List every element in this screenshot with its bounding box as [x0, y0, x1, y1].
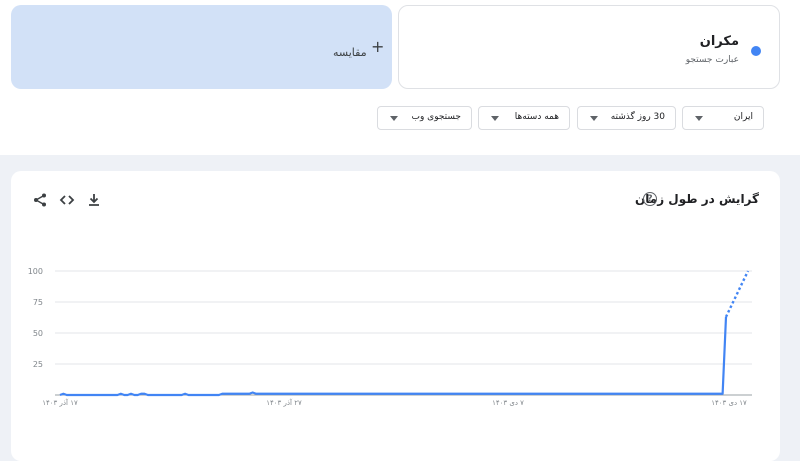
chevron-down-icon	[695, 116, 703, 121]
series-color-dot	[751, 46, 761, 56]
search-term-name[interactable]: مکران	[700, 34, 739, 49]
region-dropdown[interactable]: ایران	[682, 106, 764, 130]
search-type-dropdown-label: جستجوی وب	[411, 112, 462, 122]
region-dropdown-label: ایران	[733, 112, 753, 122]
search-type-dropdown[interactable]: جستجوی وب	[377, 106, 472, 130]
compare-label: مقایسه	[333, 46, 367, 59]
search-term-subtitle: عبارت جستجو	[685, 55, 739, 65]
category-dropdown-label: همه دسته‌ها	[514, 112, 559, 122]
embed-icon[interactable]	[59, 192, 75, 208]
chevron-down-icon	[590, 116, 598, 121]
chevron-down-icon	[491, 116, 499, 121]
interest-over-time-card	[11, 171, 780, 461]
share-icon[interactable]	[32, 192, 48, 208]
search-term-card[interactable]: مکران عبارت جستجو	[398, 5, 780, 89]
time-dropdown[interactable]: 30 روز گذشته	[577, 106, 676, 130]
chevron-down-icon	[390, 116, 398, 121]
category-dropdown[interactable]: همه دسته‌ها	[478, 106, 570, 130]
time-dropdown-label: 30 روز گذشته	[610, 112, 665, 122]
plus-icon: +	[371, 37, 385, 56]
download-icon[interactable]	[86, 192, 102, 208]
help-icon[interactable]: ?	[643, 192, 657, 206]
compare-button[interactable]: + مقایسه	[11, 5, 392, 89]
